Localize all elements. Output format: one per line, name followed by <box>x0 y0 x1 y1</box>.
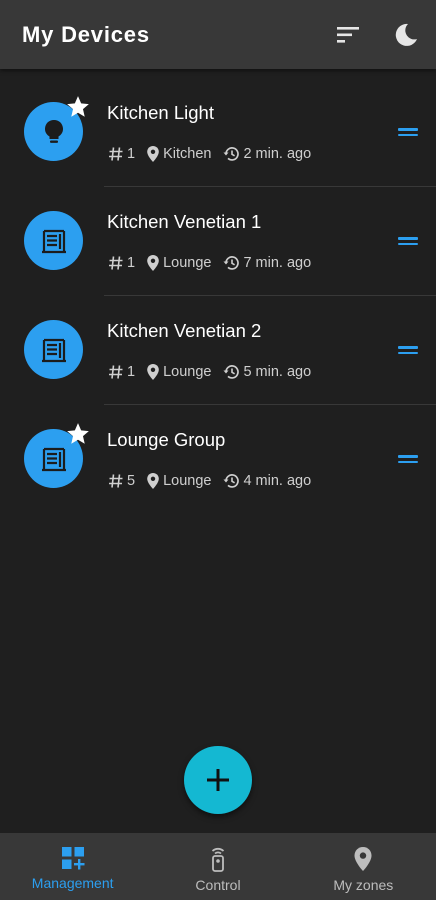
page-title: My Devices <box>22 22 150 47</box>
device-id: 5 <box>108 473 135 489</box>
device-last-seen-text: 7 min. ago <box>243 255 312 271</box>
device-list: Kitchen Light 1 Kitchen 2 min. ago Kitch… <box>0 78 436 514</box>
app-screen: My Devices Kitchen Light 1 Kitchen 2 min… <box>0 0 436 900</box>
device-id: 1 <box>108 255 135 271</box>
device-id-text: 5 <box>127 473 136 489</box>
device-zone-text: Lounge <box>163 473 212 489</box>
device-last-seen: 7 min. ago <box>222 254 311 272</box>
device-meta: 1 Lounge 7 min. ago <box>108 254 322 272</box>
nav-label: Management <box>31 875 114 891</box>
hash-icon <box>109 474 123 488</box>
nav-item-management[interactable]: Management <box>0 833 145 900</box>
hash-icon <box>109 365 123 379</box>
dark-mode-moon-icon <box>395 23 417 46</box>
device-avatar <box>24 211 83 270</box>
app-bar: My Devices <box>0 0 436 69</box>
history-icon <box>223 365 240 379</box>
venetian-blind-icon <box>41 338 66 362</box>
nav-label: Control <box>195 877 241 893</box>
device-id-text: 1 <box>127 364 136 380</box>
drag-handle-icon[interactable] <box>398 346 418 356</box>
device-zone: Kitchen <box>146 145 211 163</box>
nav-item-control[interactable]: Control <box>145 833 290 900</box>
bottom-navigation: Management Control My zones <box>0 833 436 900</box>
hash-icon <box>109 147 123 161</box>
device-name: Kitchen Venetian 1 <box>107 211 262 232</box>
plus-icon <box>207 769 229 791</box>
lightbulb-icon <box>44 119 63 143</box>
device-name: Kitchen Venetian 2 <box>107 320 262 341</box>
hash-icon <box>109 256 123 270</box>
sort-icon <box>337 27 359 43</box>
remote-control-icon <box>211 847 225 872</box>
drag-handle-icon[interactable] <box>398 237 418 247</box>
venetian-blind-icon <box>41 229 66 253</box>
device-row[interactable]: Kitchen Venetian 2 1 Lounge 5 min. ago <box>0 296 436 405</box>
sort-button[interactable] <box>333 20 363 50</box>
add-device-button[interactable] <box>184 746 252 814</box>
device-avatar <box>24 320 83 379</box>
device-avatar <box>24 96 89 161</box>
theme-toggle-button[interactable] <box>391 20 421 50</box>
device-zone-text: Lounge <box>163 255 212 271</box>
device-last-seen: 2 min. ago <box>222 145 311 163</box>
location-pin-icon <box>354 847 372 871</box>
device-zone: Lounge <box>146 254 211 272</box>
device-row[interactable]: Kitchen Light 1 Kitchen 2 min. ago <box>0 78 436 187</box>
favorite-star-icon <box>67 423 89 444</box>
history-icon <box>223 147 240 161</box>
device-zone-text: Kitchen <box>163 146 212 162</box>
device-meta: 1 Kitchen 2 min. ago <box>108 145 322 163</box>
device-avatar <box>24 423 89 488</box>
device-id: 1 <box>108 364 135 380</box>
nav-item-my-zones[interactable]: My zones <box>291 833 436 900</box>
device-zone-text: Lounge <box>163 364 212 380</box>
drag-handle-icon[interactable] <box>398 128 418 138</box>
drag-handle-icon[interactable] <box>398 455 418 465</box>
device-id-text: 1 <box>127 146 136 162</box>
device-zone: Lounge <box>146 363 211 381</box>
device-last-seen-text: 5 min. ago <box>243 364 312 380</box>
nav-label: My zones <box>333 877 394 893</box>
device-id-text: 1 <box>127 255 136 271</box>
location-pin-icon <box>147 255 159 271</box>
device-name: Lounge Group <box>107 429 226 450</box>
device-row[interactable]: Lounge Group 5 Lounge 4 min. ago <box>0 405 436 514</box>
favorite-star-icon <box>67 96 89 117</box>
history-icon <box>223 474 240 488</box>
device-zone: Lounge <box>146 472 211 490</box>
history-icon <box>223 256 240 270</box>
location-pin-icon <box>147 364 159 380</box>
location-pin-icon <box>147 473 159 489</box>
device-last-seen: 4 min. ago <box>222 472 311 490</box>
venetian-blind-icon <box>41 447 66 471</box>
device-name: Kitchen Light <box>107 102 214 123</box>
device-id: 1 <box>108 146 135 162</box>
device-meta: 1 Lounge 5 min. ago <box>108 363 322 381</box>
device-last-seen-text: 4 min. ago <box>243 473 312 489</box>
location-pin-icon <box>147 146 159 162</box>
device-row[interactable]: Kitchen Venetian 1 1 Lounge 7 min. ago <box>0 187 436 296</box>
device-meta: 5 Lounge 4 min. ago <box>108 472 322 490</box>
device-last-seen-text: 2 min. ago <box>243 146 312 162</box>
device-last-seen: 5 min. ago <box>222 363 311 381</box>
dashboard-add-icon <box>61 847 85 870</box>
